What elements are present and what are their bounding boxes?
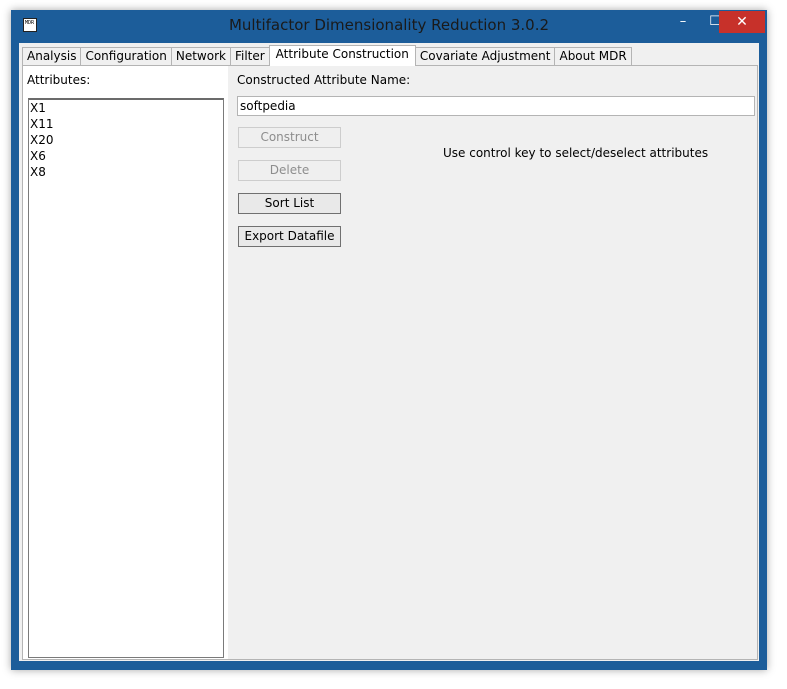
- construction-pane: Constructed Attribute Name: Construct De…: [228, 66, 757, 659]
- title-bar[interactable]: MDR Multifactor Dimensionality Reduction…: [11, 10, 767, 44]
- list-item[interactable]: X11: [29, 116, 223, 132]
- export-datafile-button[interactable]: Export Datafile: [238, 226, 341, 247]
- window-title: Multifactor Dimensionality Reduction 3.0…: [228, 16, 550, 34]
- attributes-label: Attributes:: [27, 73, 91, 87]
- list-item[interactable]: X6: [29, 148, 223, 164]
- close-button[interactable]: ✕: [719, 11, 765, 33]
- tab-network[interactable]: Network: [170, 47, 231, 65]
- constructed-name-label: Constructed Attribute Name:: [237, 73, 411, 87]
- tab-bar: Analysis Configuration Network Filter At…: [22, 45, 632, 66]
- list-item[interactable]: X8: [29, 164, 223, 180]
- tab-filter[interactable]: Filter: [229, 47, 270, 65]
- selection-hint: Use control key to select/deselect attri…: [443, 146, 709, 160]
- app-window: MDR Multifactor Dimensionality Reduction…: [11, 10, 767, 670]
- list-item[interactable]: X20: [29, 132, 223, 148]
- attribute-construction-panel: Attributes: X1 X11 X20 X6 X8 Constructed…: [22, 65, 758, 660]
- delete-button[interactable]: Delete: [238, 160, 341, 181]
- tab-about-mdr[interactable]: About MDR: [554, 47, 632, 65]
- tab-configuration[interactable]: Configuration: [80, 47, 172, 65]
- construct-button[interactable]: Construct: [238, 127, 341, 148]
- attributes-list[interactable]: X1 X11 X20 X6 X8: [28, 98, 224, 658]
- attributes-pane: Attributes: X1 X11 X20 X6 X8: [23, 66, 228, 659]
- tab-covariate-adjustment[interactable]: Covariate Adjustment: [414, 47, 556, 65]
- sort-list-button[interactable]: Sort List: [238, 193, 341, 214]
- list-item[interactable]: X1: [29, 100, 223, 116]
- tab-attribute-construction[interactable]: Attribute Construction: [268, 45, 416, 66]
- constructed-name-input[interactable]: [237, 96, 755, 116]
- tab-analysis[interactable]: Analysis: [22, 47, 82, 65]
- client-area: Analysis Configuration Network Filter At…: [19, 43, 759, 661]
- minimize-button[interactable]: –: [669, 11, 697, 33]
